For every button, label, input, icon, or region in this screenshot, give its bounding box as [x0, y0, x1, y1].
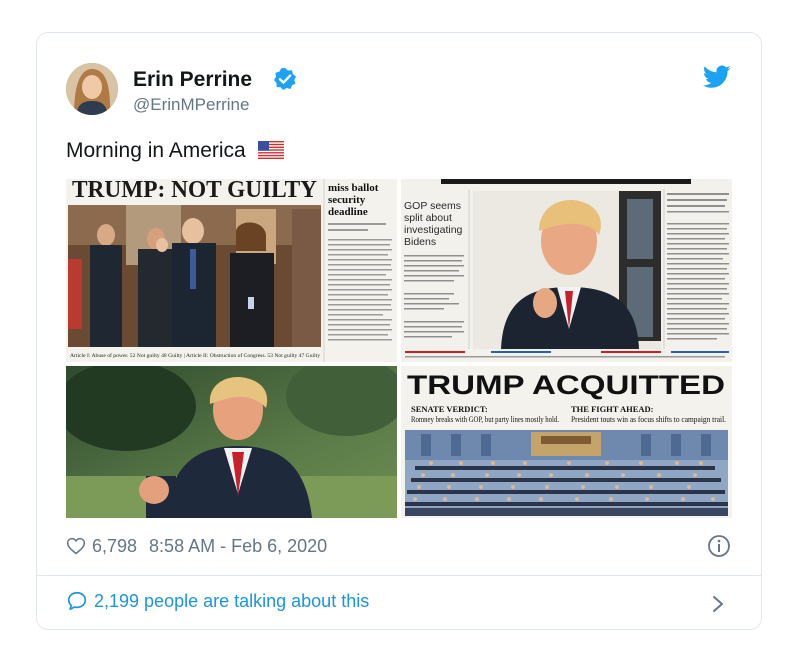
media-photo-4[interactable]: TRUMP ACQUITTED SENATE VERDICT: Romney b… [401, 366, 732, 518]
author-handle[interactable]: @ErinMPerrine [133, 95, 249, 115]
panel1-side-headline-line1: miss ballot [328, 182, 379, 194]
author-name[interactable]: Erin Perrine [133, 68, 252, 92]
tweet-timestamp[interactable]: 8:58 AM - Feb 6, 2020 [149, 536, 327, 557]
svg-text:SENATE VERDICT:: SENATE VERDICT: [411, 404, 488, 414]
trump-photo-fist [66, 366, 397, 518]
tweet-meta: 6,798 8:58 AM - Feb 6, 2020 [66, 533, 327, 559]
verified-badge-icon [274, 68, 296, 90]
chevron-right-icon[interactable] [711, 594, 725, 614]
panel2-side-headline-line1: GOP seems [404, 200, 461, 212]
newspaper-front-page-1: TRUMP: NOT GUILTY Article I: Abuse of po… [66, 179, 397, 362]
media-photo-3[interactable] [66, 366, 397, 518]
avatar-image [66, 63, 118, 115]
panel2-photo [473, 191, 661, 349]
twitter-bird-icon[interactable] [703, 65, 731, 89]
talking-count-text[interactable]: 2,199 people are talking about this [94, 591, 369, 612]
speech-bubble-icon [67, 591, 87, 611]
senate-chamber-photo [405, 430, 728, 516]
panel4-sub1-label: SENATE VERDICT: [411, 404, 488, 414]
panel1-headline: TRUMP: NOT GUILTY [72, 179, 317, 203]
avatar[interactable] [66, 63, 118, 115]
newspaper-front-page-4: TRUMP ACQUITTED SENATE VERDICT: Romney b… [401, 366, 732, 518]
svg-text:Bidens: Bidens [404, 236, 436, 248]
panel4-sub1-text: Romney breaks with GOP, but party lines … [411, 415, 559, 424]
like-count[interactable]: 6,798 [92, 536, 137, 557]
tweet-text: Morning in America [66, 139, 284, 163]
us-flag-emoji [257, 141, 284, 159]
panel4-sub2-text: President touts win as focus shifts to c… [571, 415, 726, 424]
svg-text:split about: split about [404, 212, 452, 224]
newspaper-front-page-2: GOP seems split about investigating Bide… [401, 179, 732, 362]
panel4-headline: TRUMP ACQUITTED [407, 370, 725, 400]
tweet-media-grid[interactable]: TRUMP: NOT GUILTY Article I: Abuse of po… [66, 179, 732, 518]
info-icon[interactable] [707, 534, 731, 558]
svg-text:security: security [328, 194, 366, 206]
panel1-caption: Article I: Abuse of power. 52 Not guilty… [70, 352, 320, 359]
svg-text:investigating: investigating [404, 224, 463, 236]
svg-text:deadline: deadline [328, 206, 368, 218]
media-photo-2[interactable]: GOP seems split about investigating Bide… [401, 179, 732, 362]
tweet-card[interactable]: Erin Perrine @ErinMPerrine Morning in Am… [36, 32, 762, 630]
media-photo-1[interactable]: TRUMP: NOT GUILTY Article I: Abuse of po… [66, 179, 397, 362]
tweet-text-content: Morning in America [66, 139, 246, 162]
conversation-link[interactable]: 2,199 people are talking about this [66, 590, 369, 612]
card-divider [37, 575, 761, 576]
panel4-sub2-label: THE FIGHT AHEAD: [571, 404, 654, 414]
heart-icon[interactable] [66, 536, 86, 556]
